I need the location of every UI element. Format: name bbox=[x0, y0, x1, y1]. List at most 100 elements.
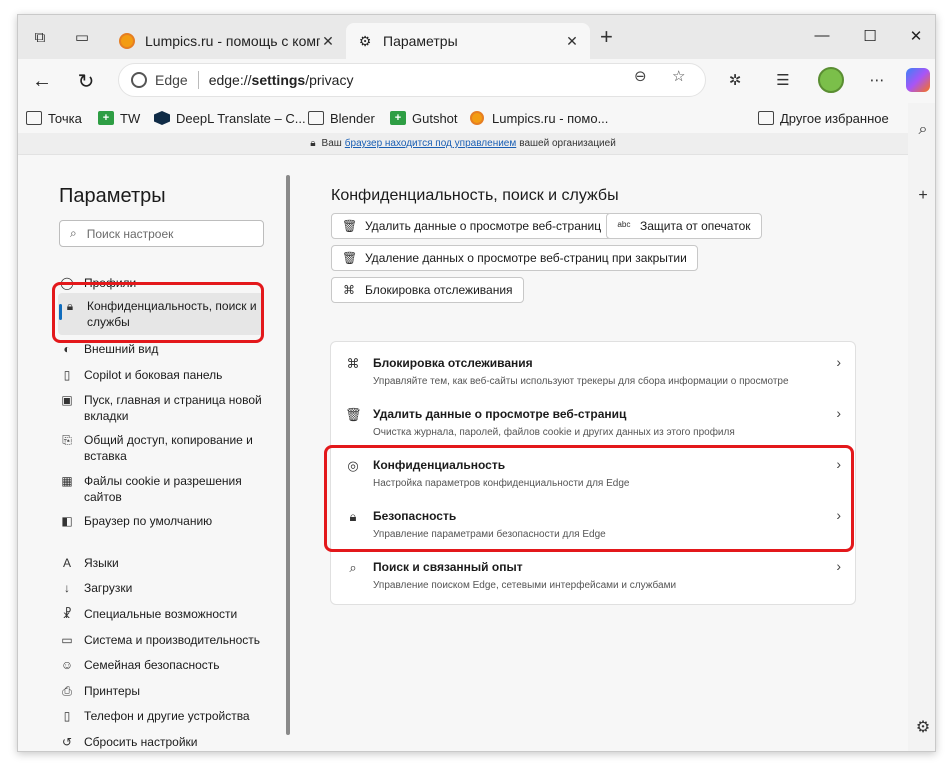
browser-window: ⧉ ▭ Lumpics.ru - помощь с компьюте ✕ ⚙ П… bbox=[17, 14, 936, 752]
nav-item-accessibility[interactable]: ☧ Специальные возможности bbox=[59, 606, 269, 622]
lumpics-icon bbox=[470, 111, 486, 125]
nav-item-printers[interactable]: ⎙ Принтеры bbox=[59, 683, 269, 699]
accessibility-icon: ☧ bbox=[62, 607, 72, 621]
tab-actions-icon[interactable]: ▭ bbox=[72, 27, 92, 47]
privacy-panel: Конфиденциальность, поиск и службы 🗑︎ Уда… bbox=[290, 155, 908, 751]
gear-icon[interactable]: ⚙ bbox=[912, 717, 934, 737]
printer-icon: ⎙ bbox=[62, 684, 72, 698]
chevron-right-icon: › bbox=[836, 558, 841, 574]
start-icon: ▣ bbox=[61, 393, 73, 407]
nav-item-copilot[interactable]: ▯ Copilot и боковая панель bbox=[59, 367, 269, 383]
lumpics-icon bbox=[118, 32, 136, 50]
close-icon[interactable]: ✕ bbox=[320, 33, 336, 50]
maximize-icon[interactable]: ☐ bbox=[860, 27, 880, 45]
tracking-prevention-chip[interactable]: ⌘ Блокировка отслеживания bbox=[331, 277, 524, 303]
search-icon[interactable]: ⌕ bbox=[912, 121, 934, 139]
chevron-right-icon: › bbox=[836, 354, 841, 370]
highlight-frame bbox=[324, 445, 854, 552]
phone-icon: ▯ bbox=[63, 709, 71, 723]
folder-icon bbox=[758, 111, 774, 125]
download-icon: ↓ bbox=[64, 581, 70, 595]
new-tab-button[interactable]: + bbox=[600, 26, 613, 48]
back-button[interactable]: ← bbox=[30, 69, 54, 93]
nav-item-phone[interactable]: ▯ Телефон и другие устройства bbox=[59, 708, 269, 724]
tab-strip: ⧉ ▭ Lumpics.ru - помощь с компьюте ✕ ⚙ П… bbox=[18, 15, 935, 59]
tab-settings[interactable]: ⚙ Параметры ✕ bbox=[346, 23, 590, 59]
bookmark-item[interactable]: DeepL Translate – C... bbox=[154, 108, 306, 128]
nav-item-reset[interactable]: ↺ Сбросить настройки bbox=[59, 734, 269, 750]
minimize-icon[interactable]: — bbox=[812, 27, 832, 44]
nav-item-family[interactable]: ☺ Семейная безопасность bbox=[59, 657, 269, 673]
favorite-star-icon[interactable]: ☆ bbox=[672, 67, 685, 85]
add-icon[interactable]: + bbox=[912, 187, 934, 205]
cookie-icon: ▦ bbox=[61, 474, 73, 488]
divider bbox=[197, 71, 199, 89]
tracking-icon: ⌘ bbox=[346, 356, 360, 371]
copilot-icon[interactable] bbox=[906, 68, 930, 92]
nav-item-system[interactable]: ▭ Система и производительность bbox=[59, 632, 269, 648]
close-icon[interactable]: ✕ bbox=[564, 33, 580, 50]
nav-item-languages[interactable]: A Языки bbox=[59, 555, 269, 571]
bookmark-item[interactable]: Точка bbox=[26, 108, 82, 128]
trash-clock-icon: 🗑︎ bbox=[342, 251, 358, 265]
bookmark-item[interactable]: Lumpics.ru - помо... bbox=[470, 108, 608, 128]
clear-on-close-chip[interactable]: 🗑︎ Удаление данных о просмотре веб-страни… bbox=[331, 245, 698, 271]
search-icon: ⌕ bbox=[349, 560, 357, 575]
extensions-icon[interactable]: ✲ bbox=[724, 69, 746, 91]
settings-nav: Параметры ⌕ Поиск настроек ◯ Профили 🔒︎ Ко… bbox=[18, 155, 290, 751]
bookmark-item[interactable]: Blender bbox=[308, 108, 375, 128]
nav-item-appearance[interactable]: ◐ Внешний вид bbox=[59, 341, 269, 357]
chevron-right-icon: › bbox=[836, 405, 841, 421]
nav-item-start[interactable]: ▣ Пуск, главная и страница новой вкладки bbox=[59, 392, 269, 424]
profile-avatar[interactable] bbox=[818, 67, 844, 93]
more-menu-icon[interactable]: ⋯ bbox=[866, 69, 888, 91]
workspaces-icon[interactable]: ⧉ bbox=[30, 27, 50, 47]
address-toolbar: ← ↻ Edge edge://settings/privacy ⊖ ☆ ✲ ☰… bbox=[18, 59, 935, 103]
settings-search-input[interactable]: ⌕ Поиск настроек bbox=[59, 220, 264, 247]
gear-icon: ⚙ bbox=[358, 32, 372, 49]
typo-protection-chip[interactable]: ᵃᵇᶜ Защита от опечаток bbox=[606, 213, 762, 239]
nav-item-default-browser[interactable]: ◧ Браузер по умолчанию bbox=[59, 513, 269, 529]
site-label: Edge bbox=[155, 72, 188, 88]
bookmark-item[interactable]: Другое избранное bbox=[758, 108, 889, 128]
gutshot-icon: + bbox=[390, 111, 406, 125]
bookmark-item[interactable]: + Gutshot bbox=[390, 108, 458, 128]
managed-link[interactable]: браузер находится под управлением bbox=[345, 138, 516, 149]
tracking-icon: ⌘ bbox=[343, 283, 355, 297]
default-browser-icon: ◧ bbox=[61, 514, 73, 528]
folder-icon bbox=[308, 111, 324, 125]
row-tracking-prevention[interactable]: ⌘ Блокировка отслеживания Управляйте тем… bbox=[331, 342, 857, 393]
settings-page: 🔒︎ Ваш браузер находится под управлением… bbox=[18, 133, 908, 751]
share-icon: ⎘ bbox=[62, 433, 72, 447]
row-clear-data[interactable]: 🗑︎ Удалить данные о просмотре веб-страни… bbox=[331, 393, 857, 444]
family-icon: ☺ bbox=[60, 658, 74, 672]
clear-data-chip[interactable]: 🗑︎ Удалить данные о просмотре веб-страниц bbox=[331, 213, 613, 239]
typo-icon: ᵃᵇᶜ bbox=[617, 219, 631, 233]
window-close-icon[interactable]: ✕ bbox=[906, 27, 926, 45]
edge-sidebar: ⌕ + ⚙ bbox=[908, 103, 935, 751]
languages-icon: A bbox=[62, 556, 71, 570]
bookmarks-bar: Точка + TW DeepL Translate – C... Blender… bbox=[18, 103, 908, 133]
refresh-button[interactable]: ↻ bbox=[74, 69, 98, 93]
trash-icon: 🗑︎ bbox=[342, 219, 358, 233]
search-icon: ⌕ bbox=[70, 226, 77, 240]
folder-icon bbox=[26, 111, 42, 125]
tw-icon: + bbox=[98, 111, 114, 125]
tab-lumpics[interactable]: Lumpics.ru - помощь с компьюте ✕ bbox=[108, 23, 346, 59]
nav-item-cookies[interactable]: ▦ Файлы cookie и разрешения сайтов bbox=[59, 473, 269, 505]
row-search-services[interactable]: ⌕ Поиск и связанный опыт Управление поис… bbox=[331, 546, 857, 597]
bookmark-item[interactable]: + TW bbox=[98, 108, 140, 128]
favorites-icon[interactable]: ☰ bbox=[772, 69, 794, 91]
zoom-icon[interactable]: ⊖ bbox=[634, 67, 647, 85]
address-bar[interactable]: Edge edge://settings/privacy bbox=[118, 63, 706, 97]
lock-icon: 🔒︎ bbox=[310, 138, 316, 149]
deepl-icon bbox=[154, 111, 170, 125]
appearance-icon: ◐ bbox=[63, 342, 71, 356]
reset-icon: ↺ bbox=[61, 735, 73, 749]
url-text: edge://settings/privacy bbox=[208, 72, 354, 88]
edge-icon bbox=[131, 72, 147, 88]
nav-item-downloads[interactable]: ↓ Загрузки bbox=[59, 580, 269, 596]
nav-item-share[interactable]: ⎘ Общий доступ, копирование и вставка bbox=[59, 432, 269, 464]
highlight-frame bbox=[52, 282, 264, 343]
nav-title: Параметры bbox=[59, 185, 166, 207]
